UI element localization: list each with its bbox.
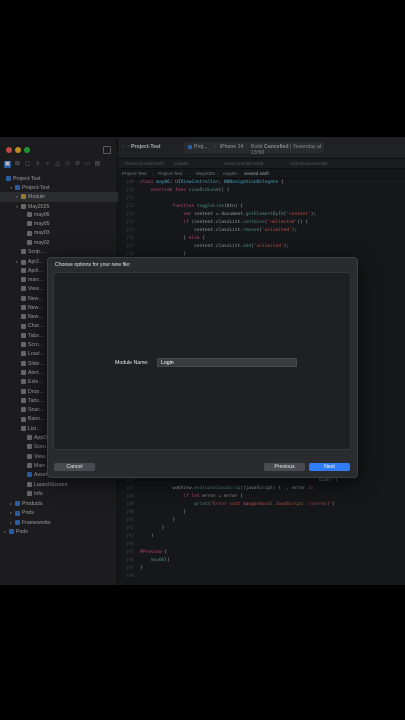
options-panel: Module Name: <box>53 272 351 450</box>
previous-button[interactable]: Previous <box>264 463 305 471</box>
cancel-button[interactable]: Cancel <box>54 463 95 471</box>
module-name-label: Module Name: <box>115 360 149 366</box>
next-button[interactable]: Next <box>309 463 350 471</box>
xcode-window: ▣ ⊠ ▢ ≡ ⌕ △ ◇ ⊘ ▭ ▤ Project-Test ▾ Projec… <box>0 137 405 585</box>
module-name-input[interactable] <box>157 358 297 367</box>
new-file-options-sheet: Choose options for your new file: Module… <box>47 257 358 478</box>
sheet-title: Choose options for your new file: <box>55 262 131 268</box>
